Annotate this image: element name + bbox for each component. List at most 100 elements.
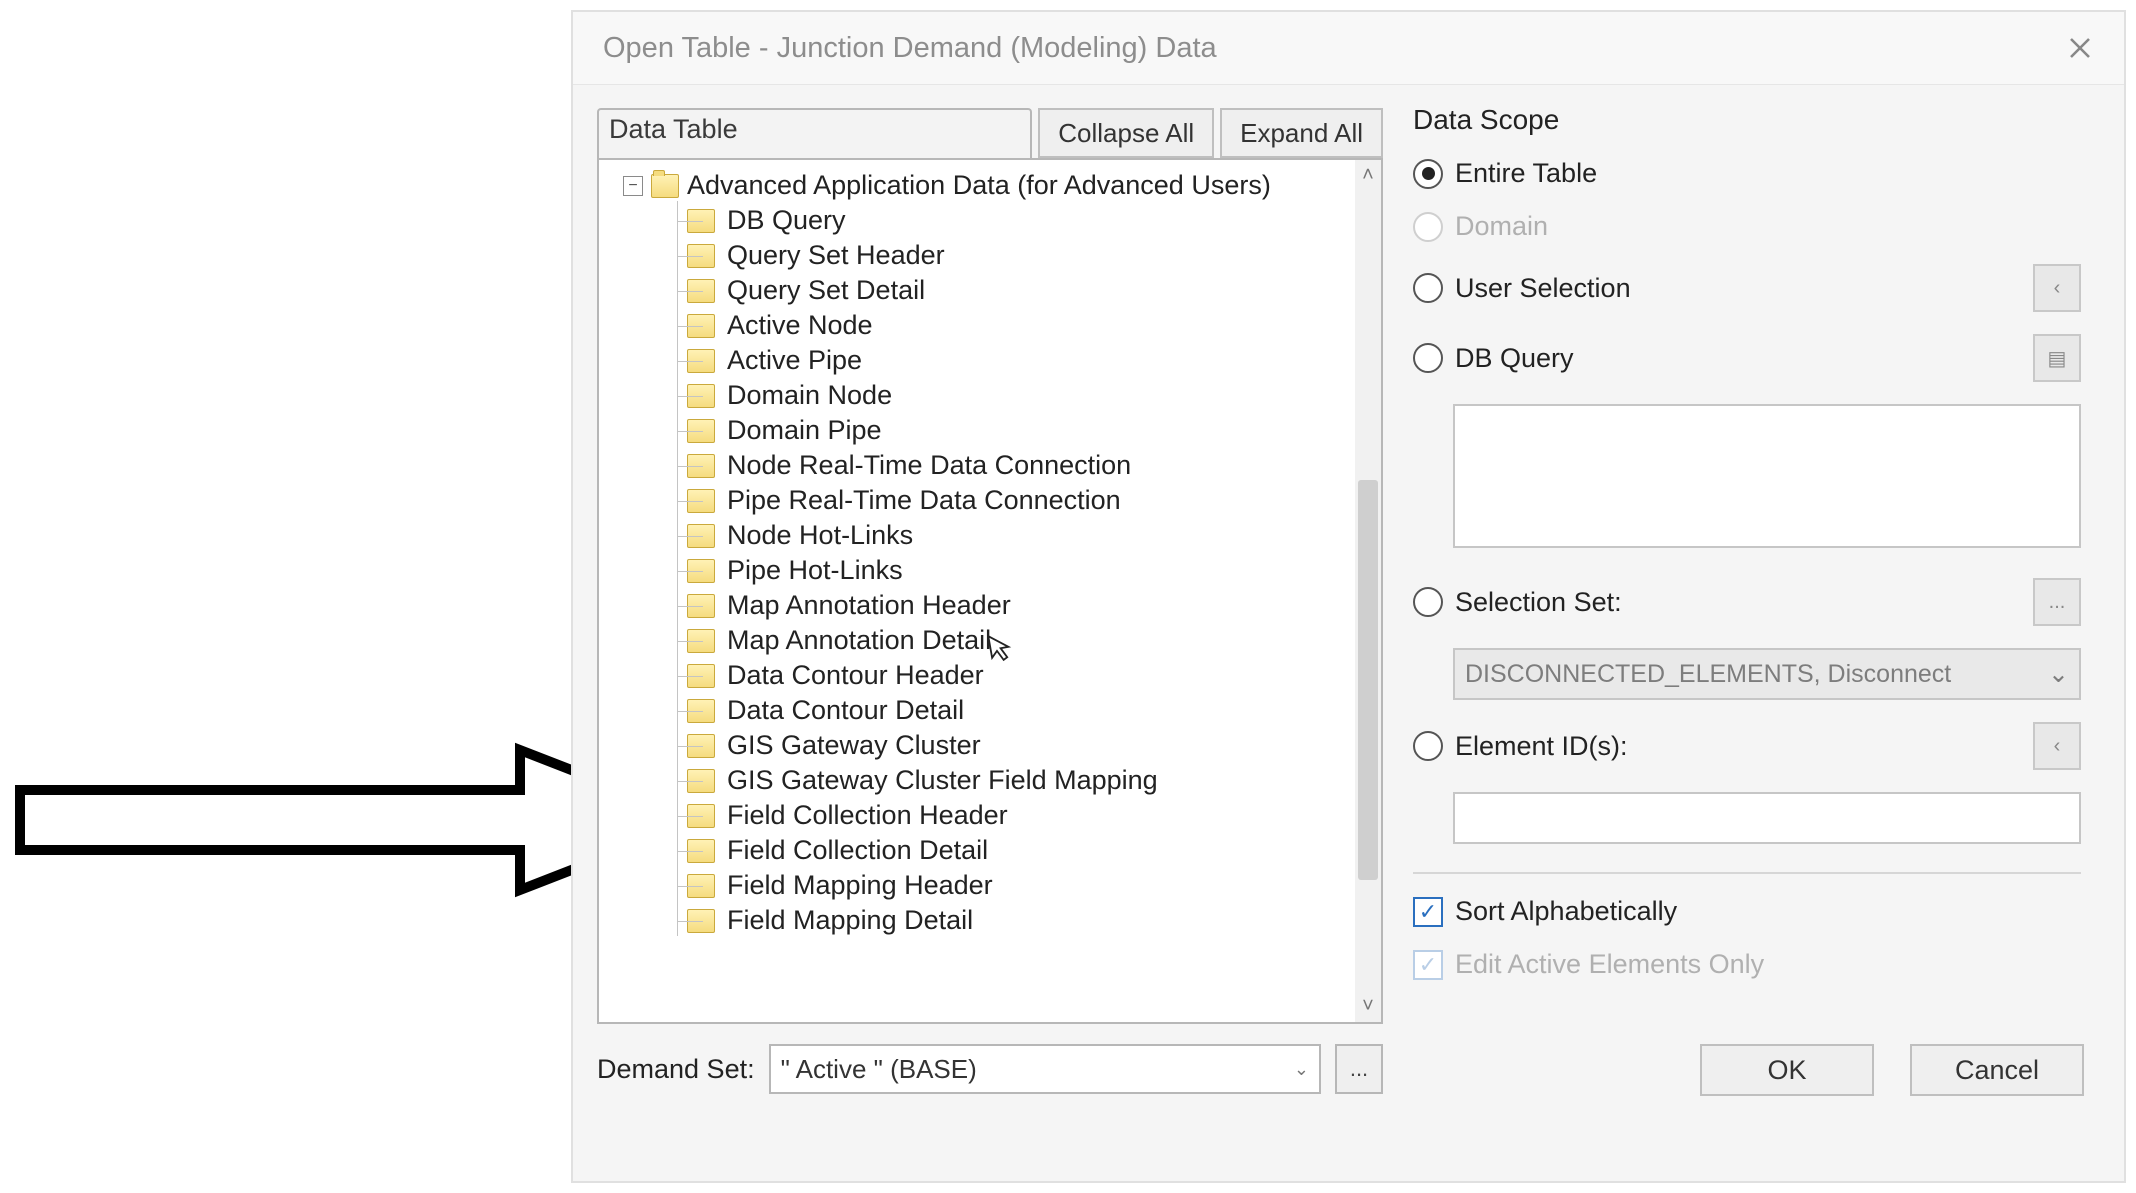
- ellipsis-icon: ...: [2049, 591, 2066, 614]
- demand-set-combo[interactable]: " Active " (BASE) ⌄: [769, 1044, 1321, 1094]
- label-sort-alpha: Sort Alphabetically: [1455, 896, 1677, 927]
- selection-set-combo[interactable]: DISCONNECTED_ELEMENTS, Disconnect ⌄: [1453, 648, 2081, 700]
- collapse-toggle-icon[interactable]: −: [623, 176, 643, 196]
- selection-set-value: DISCONNECTED_ELEMENTS, Disconnect: [1465, 660, 1951, 689]
- tree-item-label: DB Query: [721, 205, 846, 235]
- tree-item-label: Domain Pipe: [721, 415, 882, 445]
- window-title: Open Table - Junction Demand (Modeling) …: [603, 32, 1217, 65]
- db-query-builder-button[interactable]: ▤: [2033, 334, 2081, 382]
- tree-item[interactable]: Node Real-Time Data Connection: [677, 448, 1353, 483]
- folder-icon: [687, 454, 715, 478]
- folder-icon: [687, 769, 715, 793]
- user-selection-pick-button[interactable]: ‹: [2033, 264, 2081, 312]
- right-pane: Data Scope Entire Table Domain User Sele…: [1413, 104, 2081, 1002]
- tab-data-table[interactable]: Data Table: [597, 108, 1032, 158]
- folder-icon: [687, 839, 715, 863]
- tree-item[interactable]: GIS Gateway Cluster Field Mapping: [677, 763, 1353, 798]
- chevron-left-icon: ‹: [2054, 277, 2061, 300]
- opt-sort-alpha[interactable]: ✓ Sort Alphabetically: [1413, 896, 2081, 927]
- tree-item-label: Data Contour Header: [721, 660, 984, 690]
- label-entire-table: Entire Table: [1455, 158, 1597, 189]
- tree-item[interactable]: Query Set Detail: [677, 273, 1353, 308]
- folder-icon: [687, 384, 715, 408]
- tree-item-label: Field Collection Header: [721, 800, 1008, 830]
- tree-item[interactable]: Field Collection Detail: [677, 833, 1353, 868]
- tree-item-label: Map Annotation Header: [721, 590, 1011, 620]
- tree-item[interactable]: Field Mapping Header: [677, 868, 1353, 903]
- radio-element-ids[interactable]: [1413, 731, 1443, 761]
- tree-item[interactable]: Node Hot-Links: [677, 518, 1353, 553]
- folder-icon: [687, 594, 715, 618]
- tree-item[interactable]: Data Contour Detail: [677, 693, 1353, 728]
- tree-item-label: GIS Gateway Cluster Field Mapping: [721, 765, 1158, 795]
- label-domain: Domain: [1455, 211, 1548, 242]
- tree-item-label: Node Real-Time Data Connection: [721, 450, 1131, 480]
- element-ids-pick-button[interactable]: ‹: [2033, 722, 2081, 770]
- folder-icon: [687, 349, 715, 373]
- radio-db-query[interactable]: [1413, 343, 1443, 373]
- label-selection-set: Selection Set:: [1455, 587, 1622, 618]
- tree-item[interactable]: Map Annotation Detail: [677, 623, 1353, 658]
- db-query-textbox[interactable]: [1453, 404, 2081, 548]
- folder-icon: [687, 314, 715, 338]
- scroll-thumb[interactable]: [1358, 480, 1378, 880]
- scrollbar[interactable]: ˄ ˅: [1355, 160, 1381, 1022]
- tree-item-label: GIS Gateway Cluster: [721, 730, 981, 760]
- tree-item-label: Pipe Hot-Links: [721, 555, 903, 585]
- tree-item[interactable]: Field Mapping Detail: [677, 903, 1353, 938]
- tree-item[interactable]: Domain Pipe: [677, 413, 1353, 448]
- tree-item-label: Field Mapping Detail: [721, 905, 973, 935]
- tree-item[interactable]: Active Node: [677, 308, 1353, 343]
- divider: [1413, 872, 2081, 874]
- expand-all-button[interactable]: Expand All: [1220, 108, 1383, 158]
- tree-item-label: Node Hot-Links: [721, 520, 913, 550]
- tree-item-label: Pipe Real-Time Data Connection: [721, 485, 1121, 515]
- opt-selection-set[interactable]: Selection Set: ...: [1413, 578, 2081, 626]
- scroll-up-icon[interactable]: ˄: [1362, 160, 1374, 191]
- tree-item[interactable]: Field Collection Header: [677, 798, 1353, 833]
- tree-root[interactable]: − Advanced Application Data (for Advance…: [613, 168, 1353, 203]
- tree-item[interactable]: GIS Gateway Cluster: [677, 728, 1353, 763]
- folder-icon: [687, 874, 715, 898]
- demand-set-browse-button[interactable]: ...: [1335, 1044, 1383, 1094]
- selection-set-browse-button[interactable]: ...: [2033, 578, 2081, 626]
- cancel-button[interactable]: Cancel: [1910, 1044, 2084, 1096]
- tree-item[interactable]: Query Set Header: [677, 238, 1353, 273]
- folder-icon: [687, 664, 715, 688]
- tree-view[interactable]: − Advanced Application Data (for Advance…: [597, 158, 1383, 1024]
- opt-user-selection[interactable]: User Selection ‹: [1413, 264, 2081, 312]
- folder-icon: [687, 279, 715, 303]
- opt-db-query[interactable]: DB Query ▤: [1413, 334, 2081, 382]
- tree-item[interactable]: Map Annotation Header: [677, 588, 1353, 623]
- titlebar: Open Table - Junction Demand (Modeling) …: [573, 12, 2124, 85]
- folder-icon: [687, 489, 715, 513]
- folder-icon: [687, 699, 715, 723]
- folder-icon: [687, 909, 715, 933]
- radio-selection-set[interactable]: [1413, 587, 1443, 617]
- tree-item[interactable]: Active Pipe: [677, 343, 1353, 378]
- tree-item-label: Data Contour Detail: [721, 695, 964, 725]
- folder-icon: [687, 559, 715, 583]
- radio-entire-table[interactable]: [1413, 159, 1443, 189]
- tree-item[interactable]: DB Query: [677, 203, 1353, 238]
- radio-domain: [1413, 212, 1443, 242]
- radio-user-selection[interactable]: [1413, 273, 1443, 303]
- tree-item[interactable]: Domain Node: [677, 378, 1353, 413]
- tree-item-label: Map Annotation Detail: [721, 625, 991, 655]
- opt-entire-table[interactable]: Entire Table: [1413, 158, 2081, 189]
- tree-item[interactable]: Pipe Hot-Links: [677, 553, 1353, 588]
- folder-icon: [687, 244, 715, 268]
- tree-item[interactable]: Data Contour Header: [677, 658, 1353, 693]
- element-ids-textbox[interactable]: [1453, 792, 2081, 844]
- close-button[interactable]: [2058, 26, 2102, 70]
- tree-item[interactable]: Pipe Real-Time Data Connection: [677, 483, 1353, 518]
- tree-item-label: Active Pipe: [721, 345, 862, 375]
- ok-button[interactable]: OK: [1700, 1044, 1874, 1096]
- folder-icon: [687, 419, 715, 443]
- opt-element-ids[interactable]: Element ID(s): ‹: [1413, 722, 2081, 770]
- collapse-all-button[interactable]: Collapse All: [1038, 108, 1214, 158]
- scroll-down-icon[interactable]: ˅: [1362, 991, 1374, 1022]
- label-edit-active: Edit Active Elements Only: [1455, 949, 1764, 980]
- folder-icon: [687, 209, 715, 233]
- checkbox-sort-alpha[interactable]: ✓: [1413, 897, 1443, 927]
